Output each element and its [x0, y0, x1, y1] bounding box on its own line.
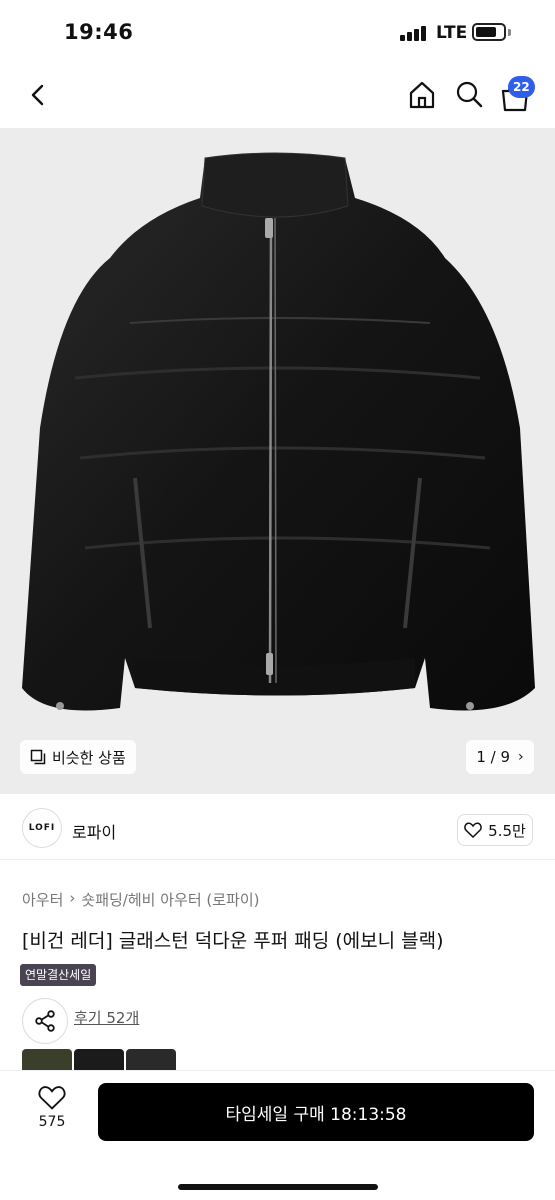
breadcrumb: 아우터 › 숏패딩/헤비 아우터 (로파이) [22, 889, 260, 910]
breadcrumb-chevron-icon: › [69, 889, 76, 907]
bottom-purchase-bar: 575 타임세일 구매 18:13:58 [0, 1070, 555, 1200]
review-link[interactable]: 후기 52개 [74, 1007, 139, 1028]
share-icon [35, 1010, 55, 1032]
color-option-thumb[interactable] [74, 1049, 124, 1071]
brand-logo[interactable]: LOFI [22, 808, 62, 848]
status-time: 19:46 [64, 20, 134, 44]
color-option-thumb[interactable] [22, 1049, 72, 1071]
signal-icon [400, 25, 430, 41]
top-nav [0, 66, 555, 128]
battery-nub [508, 29, 511, 36]
brand-like-button[interactable]: 5.5만 [457, 814, 533, 846]
home-indicator [178, 1184, 378, 1190]
chevron-right-icon: › [518, 749, 524, 765]
brand-name[interactable]: 로파이 [72, 819, 116, 843]
color-options [22, 1049, 176, 1071]
brand-like-count: 5.5만 [488, 821, 526, 840]
image-page-counter-text: 1 / 9 [476, 748, 511, 766]
breadcrumb-item[interactable]: 아우터 [22, 889, 63, 910]
network-label: LTE [436, 23, 468, 43]
brand-row[interactable]: LOFI 로파이 5.5만 [0, 794, 555, 860]
heart-icon [38, 1086, 66, 1110]
similar-products-label: 비슷한 상품 [52, 748, 126, 767]
battery-icon [472, 23, 506, 41]
home-icon[interactable] [406, 78, 438, 112]
back-arrow-icon[interactable] [22, 78, 54, 112]
search-icon[interactable] [454, 78, 484, 110]
cart-count-badge: 22 [508, 76, 535, 98]
similar-products-button[interactable]: 비슷한 상품 [20, 740, 136, 774]
heart-icon [464, 822, 482, 838]
jacket-illustration [0, 128, 555, 794]
timesale-buy-button[interactable]: 타임세일 구매 18:13:58 [98, 1083, 534, 1141]
product-title: [비건 레더] 글래스턴 덕다운 푸퍼 패딩 (에보니 블랙) [22, 930, 444, 952]
color-option-thumb[interactable] [126, 1049, 176, 1071]
product-image[interactable] [0, 128, 555, 794]
breadcrumb-item[interactable]: 숏패딩/헤비 아우터 (로파이) [81, 889, 259, 910]
share-button[interactable] [22, 998, 68, 1044]
image-page-counter[interactable]: 1 / 9 › [466, 740, 534, 774]
status-bar: 19:46 LTE [0, 0, 555, 66]
wishlist-count: 575 [38, 1114, 66, 1130]
similar-products-icon [30, 749, 46, 765]
sale-badge: 연말결산세일 [20, 964, 97, 986]
wishlist-button[interactable]: 575 [26, 1085, 78, 1141]
